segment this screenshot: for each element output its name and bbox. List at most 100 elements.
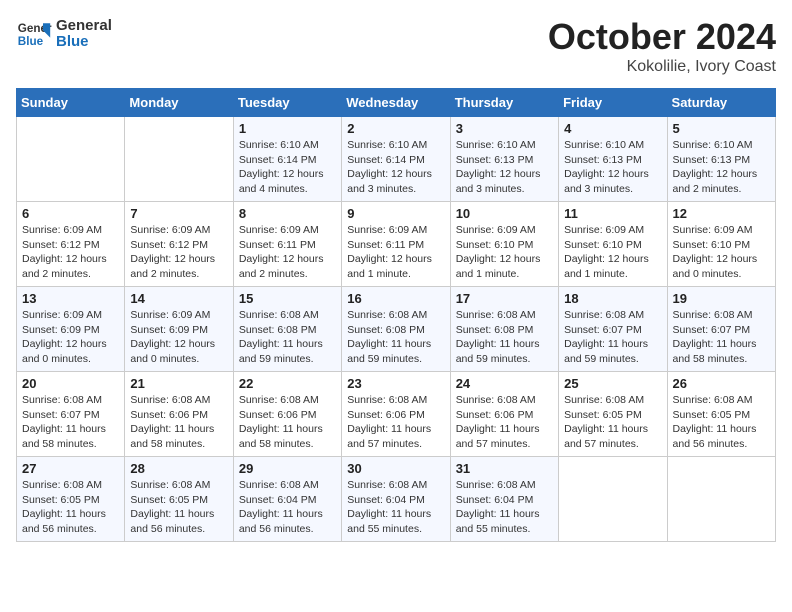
calendar-cell: 14Sunrise: 6:09 AM Sunset: 6:09 PM Dayli… xyxy=(125,287,233,372)
month-title: October 2024 xyxy=(548,16,776,58)
calendar-cell: 18 Sunrise: 6:08 AM Sunset: 6:07 PM Dayli… xyxy=(559,287,667,372)
day-info: Sunrise: 6:09 AM Sunset: 6:11 PM Dayligh… xyxy=(347,223,444,282)
day-header-saturday: Saturday xyxy=(667,89,775,117)
day-number: 9 xyxy=(347,206,444,221)
calendar-cell xyxy=(667,457,775,542)
day-number: 23 xyxy=(347,376,444,391)
page-header: General Blue General Blue October 2024 K… xyxy=(16,16,776,76)
day-header-monday: Monday xyxy=(125,89,233,117)
day-info: Sunrise: 6:09 AM Sunset: 6:11 PM Dayligh… xyxy=(239,223,336,282)
calendar-cell: 28Sunrise: 6:08 AM Sunset: 6:05 PM Dayli… xyxy=(125,457,233,542)
day-number: 22 xyxy=(239,376,336,391)
day-number: 17 xyxy=(456,291,553,306)
day-info: Sunrise: 6:08 AM Sunset: 6:05 PM Dayligh… xyxy=(130,478,227,537)
calendar-cell: 3 Sunrise: 6:10 AM Sunset: 6:13 PM Daylig… xyxy=(450,117,558,202)
calendar-cell: 27 Sunrise: 6:08 AM Sunset: 6:05 PM Dayli… xyxy=(17,457,125,542)
day-number: 29 xyxy=(239,461,336,476)
calendar-cell: 13Sunrise: 6:09 AM Sunset: 6:09 PM Dayli… xyxy=(17,287,125,372)
day-number: 30 xyxy=(347,461,444,476)
calendar-week-row: 27 Sunrise: 6:08 AM Sunset: 6:05 PM Dayli… xyxy=(17,457,776,542)
day-number: 14 xyxy=(130,291,227,306)
day-number: 20 xyxy=(22,376,119,391)
calendar-cell: 1Sunrise: 6:10 AM Sunset: 6:14 PM Daylig… xyxy=(233,117,341,202)
day-number: 8 xyxy=(239,206,336,221)
calendar-header-row: SundayMondayTuesdayWednesdayThursdayFrid… xyxy=(17,89,776,117)
day-number: 12 xyxy=(673,206,770,221)
calendar-cell: 12 Sunrise: 6:09 AM Sunset: 6:10 PM Dayli… xyxy=(667,202,775,287)
calendar-cell: 15 Sunrise: 6:08 AM Sunset: 6:08 PM Dayli… xyxy=(233,287,341,372)
day-info: Sunrise: 6:09 AM Sunset: 6:10 PM Dayligh… xyxy=(673,223,770,282)
calendar-cell: 29 Sunrise: 6:08 AM Sunset: 6:04 PM Dayli… xyxy=(233,457,341,542)
calendar-cell: 22 Sunrise: 6:08 AM Sunset: 6:06 PM Dayli… xyxy=(233,372,341,457)
calendar-cell: 23Sunrise: 6:08 AM Sunset: 6:06 PM Dayli… xyxy=(342,372,450,457)
day-number: 10 xyxy=(456,206,553,221)
calendar-cell xyxy=(559,457,667,542)
calendar-cell: 16 Sunrise: 6:08 AM Sunset: 6:08 PM Dayli… xyxy=(342,287,450,372)
calendar-cell: 5Sunrise: 6:10 AM Sunset: 6:13 PM Daylig… xyxy=(667,117,775,202)
day-number: 26 xyxy=(673,376,770,391)
calendar-week-row: 13Sunrise: 6:09 AM Sunset: 6:09 PM Dayli… xyxy=(17,287,776,372)
day-info: Sunrise: 6:08 AM Sunset: 6:05 PM Dayligh… xyxy=(22,478,119,537)
calendar-cell: 25Sunrise: 6:08 AM Sunset: 6:05 PM Dayli… xyxy=(559,372,667,457)
day-info: Sunrise: 6:08 AM Sunset: 6:07 PM Dayligh… xyxy=(22,393,119,452)
day-number: 13 xyxy=(22,291,119,306)
day-info: Sunrise: 6:08 AM Sunset: 6:07 PM Dayligh… xyxy=(564,308,661,367)
day-info: Sunrise: 6:08 AM Sunset: 6:04 PM Dayligh… xyxy=(239,478,336,537)
logo: General Blue General Blue xyxy=(16,16,112,52)
day-header-friday: Friday xyxy=(559,89,667,117)
day-header-thursday: Thursday xyxy=(450,89,558,117)
title-block: October 2024 Kokolilie, Ivory Coast xyxy=(548,16,776,76)
day-number: 18 xyxy=(564,291,661,306)
calendar-week-row: 6Sunrise: 6:09 AM Sunset: 6:12 PM Daylig… xyxy=(17,202,776,287)
day-number: 15 xyxy=(239,291,336,306)
calendar-cell xyxy=(125,117,233,202)
day-number: 11 xyxy=(564,206,661,221)
day-number: 31 xyxy=(456,461,553,476)
calendar-cell: 9 Sunrise: 6:09 AM Sunset: 6:11 PM Daylig… xyxy=(342,202,450,287)
day-info: Sunrise: 6:08 AM Sunset: 6:04 PM Dayligh… xyxy=(347,478,444,537)
calendar-cell: 11 Sunrise: 6:09 AM Sunset: 6:10 PM Dayli… xyxy=(559,202,667,287)
day-number: 7 xyxy=(130,206,227,221)
calendar-cell: 17 Sunrise: 6:08 AM Sunset: 6:08 PM Dayli… xyxy=(450,287,558,372)
day-info: Sunrise: 6:08 AM Sunset: 6:04 PM Dayligh… xyxy=(456,478,553,537)
day-info: Sunrise: 6:09 AM Sunset: 6:12 PM Dayligh… xyxy=(22,223,119,282)
logo-text-blue: Blue xyxy=(56,34,112,51)
day-number: 16 xyxy=(347,291,444,306)
calendar-cell: 10 Sunrise: 6:09 AM Sunset: 6:10 PM Dayli… xyxy=(450,202,558,287)
calendar-cell: 19 Sunrise: 6:08 AM Sunset: 6:07 PM Dayli… xyxy=(667,287,775,372)
day-info: Sunrise: 6:10 AM Sunset: 6:14 PM Dayligh… xyxy=(347,138,444,197)
calendar-cell: 8 Sunrise: 6:09 AM Sunset: 6:11 PM Daylig… xyxy=(233,202,341,287)
day-number: 27 xyxy=(22,461,119,476)
calendar-cell: 31 Sunrise: 6:08 AM Sunset: 6:04 PM Dayli… xyxy=(450,457,558,542)
location: Kokolilie, Ivory Coast xyxy=(548,58,776,76)
day-number: 24 xyxy=(456,376,553,391)
day-number: 21 xyxy=(130,376,227,391)
calendar-week-row: 20 Sunrise: 6:08 AM Sunset: 6:07 PM Dayli… xyxy=(17,372,776,457)
day-info: Sunrise: 6:08 AM Sunset: 6:07 PM Dayligh… xyxy=(673,308,770,367)
day-info: Sunrise: 6:08 AM Sunset: 6:08 PM Dayligh… xyxy=(347,308,444,367)
calendar-cell: 26 Sunrise: 6:08 AM Sunset: 6:05 PM Dayli… xyxy=(667,372,775,457)
day-header-tuesday: Tuesday xyxy=(233,89,341,117)
day-number: 5 xyxy=(673,121,770,136)
day-info: Sunrise: 6:09 AM Sunset: 6:12 PM Dayligh… xyxy=(130,223,227,282)
day-info: Sunrise: 6:08 AM Sunset: 6:06 PM Dayligh… xyxy=(456,393,553,452)
day-number: 3 xyxy=(456,121,553,136)
day-info: Sunrise: 6:08 AM Sunset: 6:06 PM Dayligh… xyxy=(130,393,227,452)
svg-text:Blue: Blue xyxy=(18,35,44,48)
calendar-cell: 6Sunrise: 6:09 AM Sunset: 6:12 PM Daylig… xyxy=(17,202,125,287)
day-info: Sunrise: 6:10 AM Sunset: 6:13 PM Dayligh… xyxy=(456,138,553,197)
day-header-wednesday: Wednesday xyxy=(342,89,450,117)
day-header-sunday: Sunday xyxy=(17,89,125,117)
day-number: 4 xyxy=(564,121,661,136)
day-info: Sunrise: 6:10 AM Sunset: 6:13 PM Dayligh… xyxy=(564,138,661,197)
day-info: Sunrise: 6:08 AM Sunset: 6:08 PM Dayligh… xyxy=(239,308,336,367)
day-info: Sunrise: 6:09 AM Sunset: 6:10 PM Dayligh… xyxy=(456,223,553,282)
day-info: Sunrise: 6:10 AM Sunset: 6:14 PM Dayligh… xyxy=(239,138,336,197)
day-number: 25 xyxy=(564,376,661,391)
day-info: Sunrise: 6:08 AM Sunset: 6:06 PM Dayligh… xyxy=(239,393,336,452)
calendar-table: SundayMondayTuesdayWednesdayThursdayFrid… xyxy=(16,88,776,542)
day-info: Sunrise: 6:08 AM Sunset: 6:05 PM Dayligh… xyxy=(673,393,770,452)
day-number: 19 xyxy=(673,291,770,306)
day-info: Sunrise: 6:09 AM Sunset: 6:10 PM Dayligh… xyxy=(564,223,661,282)
day-info: Sunrise: 6:08 AM Sunset: 6:08 PM Dayligh… xyxy=(456,308,553,367)
